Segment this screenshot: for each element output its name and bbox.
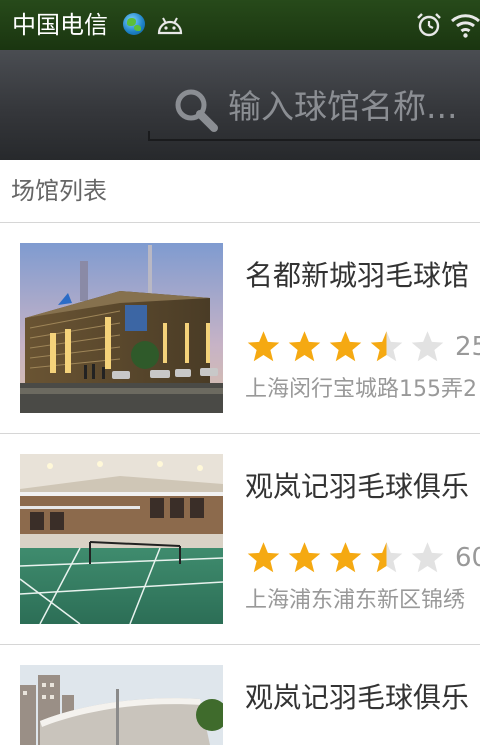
android-debug-icon [157,17,183,35]
search-input[interactable]: 输入球馆名称... [228,82,480,132]
star-half-icon [370,331,403,362]
venue-list-item[interactable]: 名都新城羽毛球馆 25 上海闵行宝城路155弄2 [0,223,480,434]
globe-icon [123,13,145,35]
star-empty-icon [411,542,444,573]
section-title: 场馆列表 [11,177,107,205]
star-filled-icon [247,542,280,573]
venue-list-item[interactable]: 观岚记羽毛球俱乐 60 上海浦东浦东新区锦绣 [0,434,480,645]
venue-name: 观岚记羽毛球俱乐 [245,470,470,503]
star-filled-icon [329,542,362,573]
venue-address: 上海浦东浦东新区锦绣 [245,588,466,613]
alarm-icon [417,13,441,37]
venue-photo [20,454,223,624]
star-half-icon [370,542,403,573]
venue-name: 观岚记羽毛球俱乐 [245,681,470,714]
rating-count: 25 [455,332,480,362]
venue-photo [20,243,223,413]
venue-name: 名都新城羽毛球馆 [245,259,470,292]
star-filled-icon [288,331,321,362]
venue-address: 上海闵行宝城路155弄2 [245,377,477,402]
search-header: 输入球馆名称... [0,50,480,160]
star-empty-icon [411,331,444,362]
venue-list-item[interactable]: 观岚记羽毛球俱乐 [0,645,480,745]
star-filled-icon [329,331,362,362]
search-underline [148,139,480,141]
search-icon[interactable] [173,87,219,133]
carrier-label: 中国电信 [12,11,108,39]
rating-count: 60 [455,543,480,573]
section-header: 场馆列表 [0,160,480,223]
venue-photo [20,665,223,745]
star-filled-icon [247,331,280,362]
star-filled-icon [288,542,321,573]
wifi-icon [451,14,480,38]
star-rating [245,540,450,576]
status-bar: 中国电信 [0,0,480,50]
star-rating [245,329,450,365]
